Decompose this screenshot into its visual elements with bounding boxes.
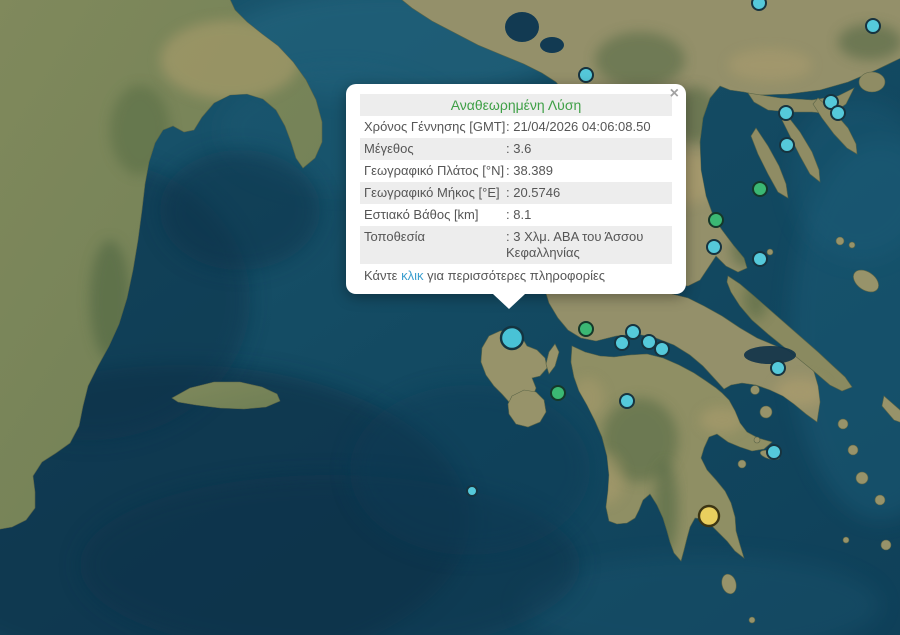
- popup-row: Γεωγραφικό Μήκος [°E]: 20.5746: [360, 182, 672, 204]
- row-label: Μέγεθος: [364, 141, 506, 157]
- row-value: : 38.389: [506, 163, 666, 179]
- row-value: : 3 Χλμ. ΑΒΑ του Άσσου Κεφαλληνίας: [506, 229, 666, 261]
- row-label: Χρόνος Γέννησης [GMT]: [364, 119, 506, 135]
- popup-row: Χρόνος Γέννησης [GMT]: 21/04/2026 04:06:…: [360, 116, 672, 138]
- row-label: Γεωγραφικό Πλάτος [°N]: [364, 163, 506, 179]
- row-value: : 8.1: [506, 207, 666, 223]
- earthquake-marker[interactable]: [467, 486, 477, 496]
- earthquake-marker[interactable]: [642, 335, 656, 349]
- row-label: Εστιακό Βάθος [km]: [364, 207, 506, 223]
- popup-tail: [493, 294, 525, 309]
- earthquake-marker[interactable]: [626, 325, 640, 339]
- earthquake-marker[interactable]: [655, 342, 669, 356]
- row-value: : 3.6: [506, 141, 666, 157]
- earthquake-marker[interactable]: [501, 327, 523, 349]
- earthquake-marker[interactable]: [579, 68, 593, 82]
- popup-footer: Κάντε κλικ για περισσότερες πληροφορίες: [360, 264, 672, 286]
- popup-row: Γεωγραφικό Πλάτος [°N]: 38.389: [360, 160, 672, 182]
- close-icon[interactable]: ×: [670, 86, 679, 102]
- earthquake-marker[interactable]: [699, 506, 719, 526]
- row-value: : 20.5746: [506, 185, 666, 201]
- popup-row: Μέγεθος: 3.6: [360, 138, 672, 160]
- footer-text-suffix: για περισσότερες πληροφορίες: [423, 268, 605, 283]
- row-value: : 21/04/2026 04:06:08.50: [506, 119, 666, 135]
- earthquake-marker[interactable]: [831, 106, 845, 120]
- earthquake-marker[interactable]: [615, 336, 629, 350]
- more-info-link[interactable]: κλικ: [401, 268, 423, 283]
- earthquake-marker[interactable]: [771, 361, 785, 375]
- earthquake-marker[interactable]: [753, 252, 767, 266]
- earthquake-marker[interactable]: [752, 0, 766, 10]
- row-label: Τοποθεσία: [364, 229, 506, 261]
- earthquake-marker[interactable]: [709, 213, 723, 227]
- map[interactable]: × Αναθεωρημένη Λύση Χρόνος Γέννησης [GMT…: [0, 0, 900, 635]
- row-label: Γεωγραφικό Μήκος [°E]: [364, 185, 506, 201]
- earthquake-marker[interactable]: [780, 138, 794, 152]
- popup-rows: Χρόνος Γέννησης [GMT]: 21/04/2026 04:06:…: [360, 116, 672, 264]
- earthquake-marker[interactable]: [753, 182, 767, 196]
- earthquake-marker[interactable]: [551, 386, 565, 400]
- earthquake-marker[interactable]: [779, 106, 793, 120]
- earthquake-marker[interactable]: [620, 394, 634, 408]
- footer-text-prefix: Κάντε: [364, 268, 401, 283]
- earthquake-marker[interactable]: [866, 19, 880, 33]
- earthquake-popup: × Αναθεωρημένη Λύση Χρόνος Γέννησης [GMT…: [346, 84, 686, 294]
- earthquake-marker[interactable]: [579, 322, 593, 336]
- earthquake-marker[interactable]: [767, 445, 781, 459]
- popup-row: Τοποθεσία: 3 Χλμ. ΑΒΑ του Άσσου Κεφαλλην…: [360, 226, 672, 264]
- popup-title: Αναθεωρημένη Λύση: [360, 94, 672, 116]
- popup-row: Εστιακό Βάθος [km]: 8.1: [360, 204, 672, 226]
- earthquake-marker[interactable]: [707, 240, 721, 254]
